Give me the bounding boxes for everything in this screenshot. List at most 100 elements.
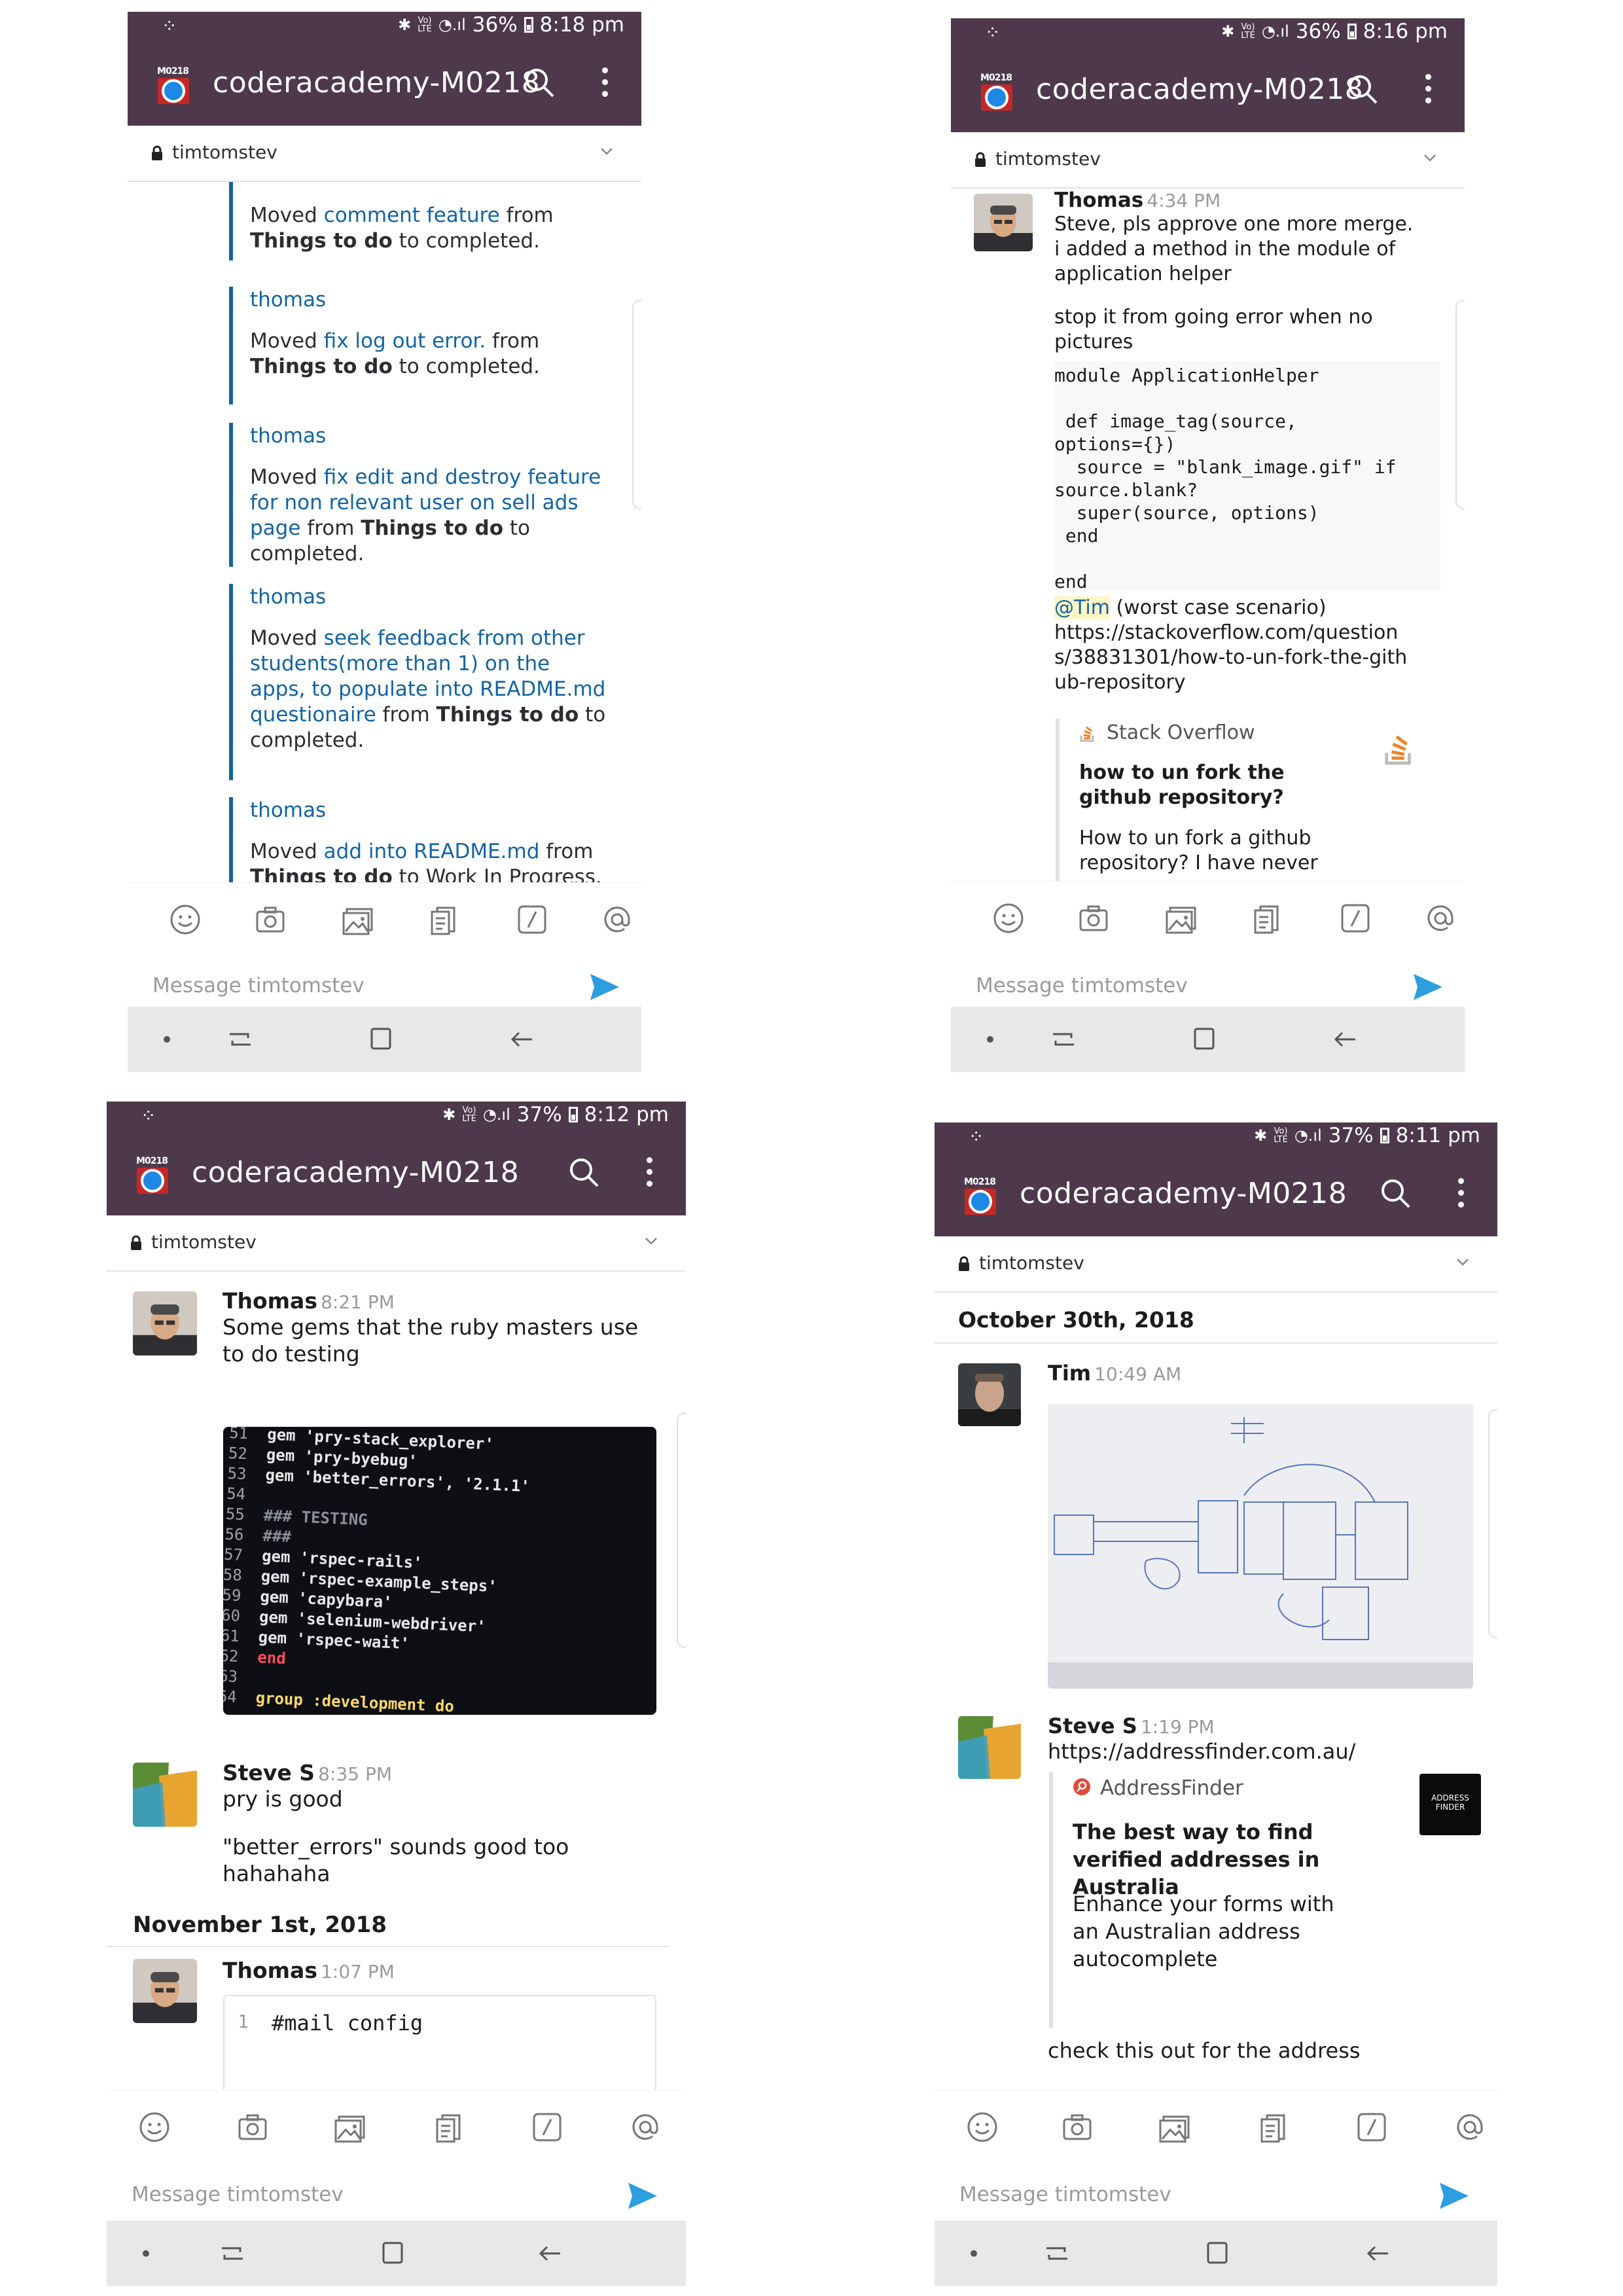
message-author[interactable]: Thomas xyxy=(1054,188,1143,212)
avatar[interactable] xyxy=(958,1716,1021,1779)
overflow-menu-icon[interactable] xyxy=(1458,1178,1466,1212)
message-author[interactable]: Steve S xyxy=(223,1760,315,1785)
photo-icon[interactable] xyxy=(332,2109,369,2145)
camera-icon[interactable] xyxy=(252,901,289,938)
conversation-bar[interactable]: timtomstev xyxy=(935,1236,1497,1293)
file-icon[interactable] xyxy=(1249,900,1285,937)
back-icon[interactable] xyxy=(1330,1025,1359,1054)
avatar[interactable] xyxy=(958,1363,1021,1426)
recent-apps-icon[interactable] xyxy=(218,2239,247,2268)
send-icon[interactable] xyxy=(1437,2179,1471,2213)
avatar[interactable] xyxy=(133,1763,197,1827)
message-author[interactable]: Thomas xyxy=(223,1958,317,1983)
activity-author[interactable]: thomas xyxy=(250,585,609,609)
avatar[interactable] xyxy=(133,1291,197,1355)
scroll-indicator[interactable] xyxy=(632,300,641,509)
overflow-menu-icon[interactable] xyxy=(647,1157,654,1191)
recent-apps-icon[interactable] xyxy=(226,1025,255,1054)
workspace-logo[interactable]: M0218 xyxy=(976,73,1016,113)
card-link[interactable]: fix log out error. xyxy=(324,329,486,353)
link-preview[interactable]: Stack Overflow how to un fork the github… xyxy=(1056,719,1435,882)
home-dot-icon[interactable] xyxy=(959,2239,988,2268)
slash-command-icon[interactable] xyxy=(1353,2109,1390,2145)
chevron-down-icon[interactable] xyxy=(1423,151,1437,165)
workspace-logo[interactable]: M0218 xyxy=(959,1177,1000,1217)
emoji-icon[interactable] xyxy=(167,901,204,938)
back-icon[interactable] xyxy=(507,1025,536,1054)
search-icon[interactable] xyxy=(565,1153,604,1193)
search-icon[interactable] xyxy=(1344,70,1383,109)
conversation-bar[interactable]: timtomstev xyxy=(951,132,1465,188)
photo-icon[interactable] xyxy=(1164,900,1200,937)
workspace-title[interactable]: coderacademy-M0218 xyxy=(192,1156,519,1189)
whiteboard-photo[interactable] xyxy=(1048,1404,1473,1689)
card-link[interactable]: add into README.md xyxy=(324,840,540,863)
workspace-logo[interactable]: M0218 xyxy=(132,1156,172,1196)
message-composer[interactable]: Message timtomstev xyxy=(935,2163,1497,2229)
message-author[interactable]: Thomas xyxy=(223,1288,317,1314)
message-input[interactable]: Message timtomstev xyxy=(959,2183,1171,2206)
message-author[interactable]: Tim xyxy=(1048,1361,1091,1386)
camera-icon[interactable] xyxy=(1059,2109,1096,2145)
back-icon[interactable] xyxy=(535,2239,564,2268)
emoji-icon[interactable] xyxy=(964,2109,1001,2145)
workspace-title[interactable]: coderacademy-M0218 xyxy=(213,66,540,99)
home-dot-icon[interactable] xyxy=(976,1025,1005,1054)
avatar[interactable] xyxy=(974,194,1033,251)
scroll-indicator[interactable] xyxy=(1488,1409,1497,1638)
chevron-down-icon[interactable] xyxy=(644,1234,658,1248)
code-photo[interactable]: 51 gem 'pry-stack_explorer' 52 gem 'pry-bye… xyxy=(223,1427,656,1715)
conversation-bar[interactable]: timtomstev xyxy=(107,1215,686,1272)
overflow-menu-icon[interactable] xyxy=(602,67,610,101)
url-link[interactable]: https://stackoverflow.com/questions/3883… xyxy=(1054,620,1408,695)
overview-icon[interactable] xyxy=(378,2239,407,2268)
message-input[interactable]: Message timtomstev xyxy=(152,974,365,997)
search-icon[interactable] xyxy=(1376,1174,1416,1213)
scroll-indicator[interactable] xyxy=(677,1412,686,1648)
file-icon[interactable] xyxy=(1255,2109,1292,2145)
camera-icon[interactable] xyxy=(1075,900,1112,937)
code-snippet[interactable]: 1 #mail config xyxy=(223,1995,656,2090)
photo-icon[interactable] xyxy=(340,901,377,938)
home-dot-icon[interactable] xyxy=(132,2239,160,2268)
send-icon[interactable] xyxy=(588,970,622,1004)
slash-command-icon[interactable] xyxy=(514,901,550,938)
mention-icon[interactable] xyxy=(599,901,635,938)
overview-icon[interactable] xyxy=(366,1025,395,1054)
emoji-icon[interactable] xyxy=(136,2109,173,2145)
mention-icon[interactable] xyxy=(1422,900,1459,937)
workspace-title[interactable]: coderacademy-M0218 xyxy=(1020,1177,1347,1210)
message-input[interactable]: Message timtomstev xyxy=(976,974,1188,997)
camera-icon[interactable] xyxy=(234,2109,271,2145)
emoji-icon[interactable] xyxy=(990,900,1027,937)
scroll-indicator[interactable] xyxy=(1455,300,1465,509)
url-link[interactable]: https://addressfinder.com.au/ xyxy=(1048,1738,1480,1765)
send-icon[interactable] xyxy=(626,2179,660,2213)
overflow-menu-icon[interactable] xyxy=(1425,74,1433,108)
message-composer[interactable]: Message timtomstev xyxy=(107,2163,686,2229)
overview-icon[interactable] xyxy=(1190,1025,1219,1054)
photo-icon[interactable] xyxy=(1157,2109,1194,2145)
slash-command-icon[interactable] xyxy=(529,2109,565,2145)
mention-icon[interactable] xyxy=(1452,2109,1488,2145)
message-author[interactable]: Steve S xyxy=(1048,1713,1137,1738)
mention[interactable]: @Tim xyxy=(1054,596,1110,619)
card-link[interactable]: comment feature xyxy=(324,204,500,227)
send-icon[interactable] xyxy=(1411,970,1445,1004)
chevron-down-icon[interactable] xyxy=(599,144,614,158)
recent-apps-icon[interactable] xyxy=(1049,1025,1078,1054)
back-icon[interactable] xyxy=(1363,2239,1392,2268)
overview-icon[interactable] xyxy=(1203,2239,1232,2268)
link-preview[interactable]: AddressFinder The best way to find verif… xyxy=(1049,1772,1481,2028)
conversation-bar[interactable]: timtomstev xyxy=(128,126,641,182)
recent-apps-icon[interactable] xyxy=(1043,2239,1071,2268)
workspace-title[interactable]: coderacademy-M0218 xyxy=(1036,73,1363,106)
file-icon[interactable] xyxy=(431,2109,467,2145)
activity-author[interactable]: thomas xyxy=(250,288,609,312)
activity-author[interactable]: thomas xyxy=(250,798,609,822)
avatar[interactable] xyxy=(133,1959,197,2023)
home-dot-icon[interactable] xyxy=(152,1025,181,1054)
chevron-down-icon[interactable] xyxy=(1455,1255,1470,1269)
mention-icon[interactable] xyxy=(627,2109,664,2145)
activity-author[interactable]: thomas xyxy=(250,424,609,448)
